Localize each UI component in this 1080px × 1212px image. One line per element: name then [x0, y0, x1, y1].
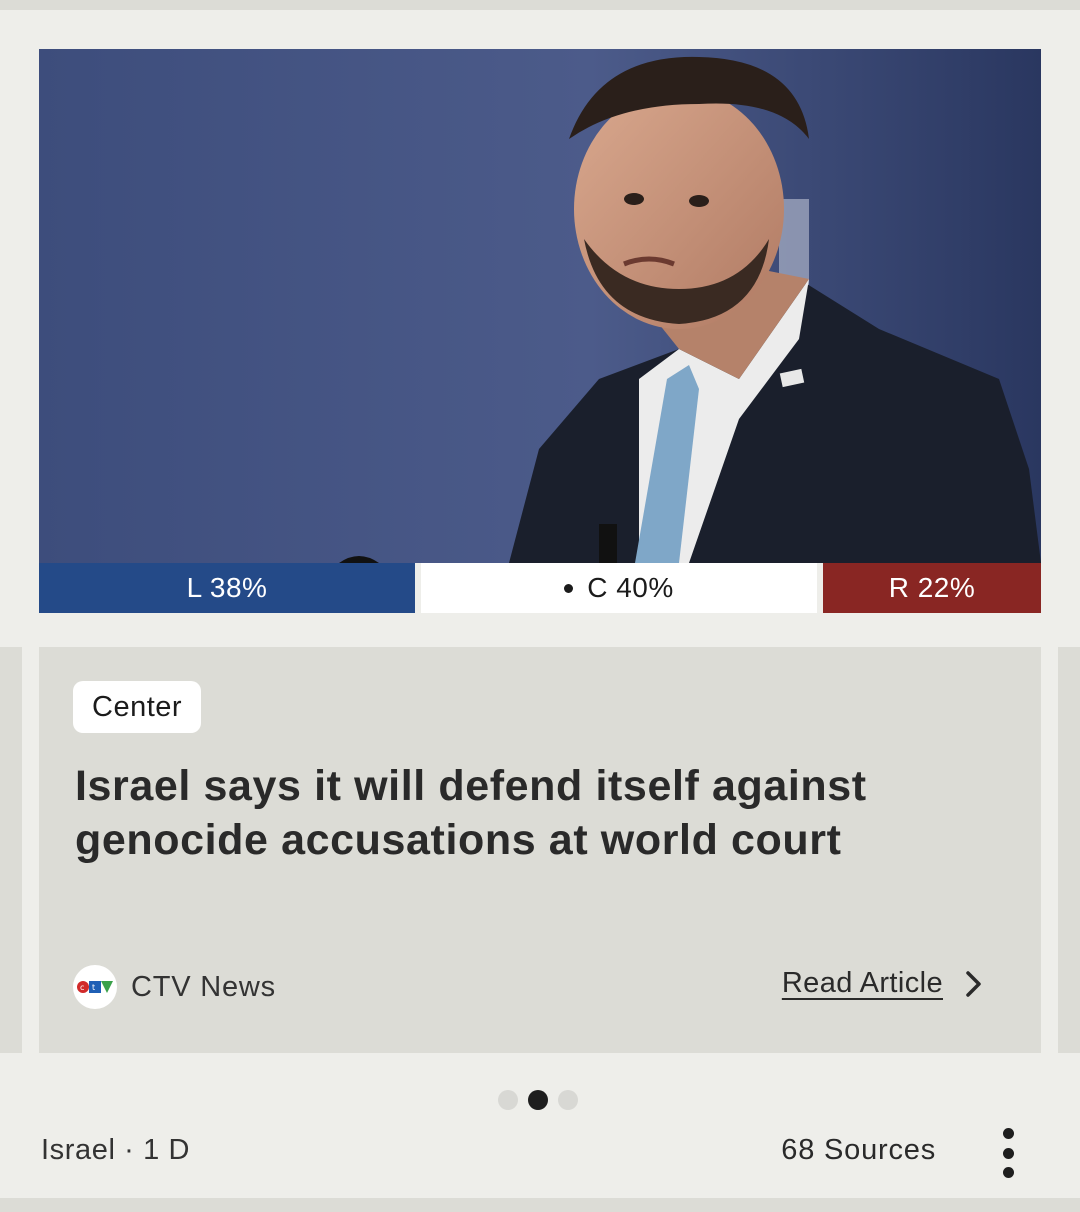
story-card[interactable]: L 38% C 40% R 22% Center Israel says it … [0, 10, 1080, 1198]
story-image[interactable] [39, 49, 1041, 563]
source-name: CTV News [131, 970, 276, 1003]
bias-distribution-bar[interactable]: L 38% C 40% R 22% [39, 563, 1041, 613]
bias-right-label: R 22% [888, 572, 976, 603]
bias-center-segment: C 40% [421, 563, 817, 613]
chevron-right-icon[interactable] [965, 970, 983, 998]
more-vertical-icon[interactable] [996, 1128, 1020, 1178]
selected-dot-icon [564, 583, 574, 593]
pagination-dot[interactable] [558, 1090, 578, 1110]
next-slide-peek[interactable] [1058, 647, 1080, 1053]
pagination-dot-active[interactable] [528, 1090, 548, 1110]
article-headline[interactable]: Israel says it will defend itself agains… [75, 759, 975, 867]
pagination-dots [498, 1090, 578, 1110]
bias-right-segment: R 22% [823, 563, 1041, 613]
bias-center-label: C 40% [587, 572, 674, 603]
pagination-dot[interactable] [498, 1090, 518, 1110]
person-illustration [39, 49, 1041, 563]
bias-badge: Center [73, 681, 202, 733]
story-hero[interactable]: L 38% C 40% R 22% [39, 49, 1041, 613]
svg-text:c: c [80, 983, 84, 992]
prev-slide-peek[interactable] [0, 647, 22, 1053]
bias-left-label: L 38% [186, 572, 268, 603]
read-article-label[interactable]: Read Article [782, 967, 943, 1000]
svg-text:t: t [92, 983, 95, 992]
source-info: c t CTV News [73, 965, 276, 1009]
read-article-link[interactable]: Read Article [782, 967, 983, 1000]
ctv-logo-icon: c t [73, 965, 117, 1009]
article-slide[interactable]: Center Israel says it will defend itself… [39, 647, 1041, 1053]
sources-count[interactable]: 68 Sources [781, 1134, 936, 1167]
topic-time[interactable]: Israel · 1 D [41, 1134, 190, 1167]
bias-left-segment: L 38% [39, 563, 415, 613]
